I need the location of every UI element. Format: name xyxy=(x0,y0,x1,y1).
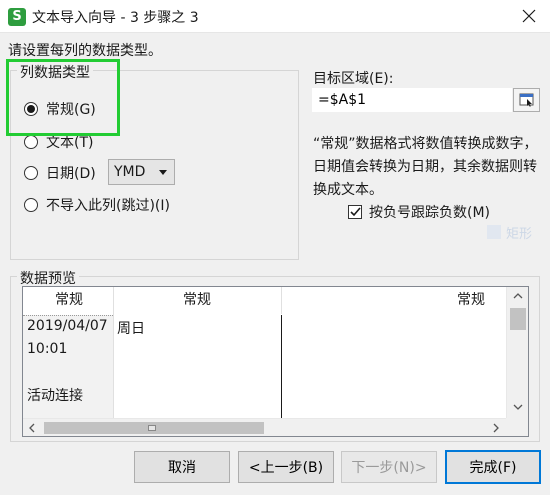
radio-date-label: 日期(D) xyxy=(46,166,96,182)
horizontal-scroll-thumb[interactable] xyxy=(44,422,264,434)
column-type-legend: 列数据类型 xyxy=(17,62,93,82)
chevron-right-icon xyxy=(493,423,499,433)
radio-text-control[interactable] xyxy=(24,135,38,149)
preview-legend: 数据预览 xyxy=(17,268,79,288)
column-header-1[interactable]: 常规 xyxy=(55,287,83,314)
cancel-button[interactable]: 取消 xyxy=(134,451,230,483)
chevron-up-icon xyxy=(513,293,523,299)
app-icon: S xyxy=(8,8,26,26)
title-bar: S 文本导入向导 - 3 步骤之 3 xyxy=(0,0,550,33)
target-area-label: 目标区域(E): xyxy=(313,71,394,87)
preview-grid[interactable]: 常规 常规 常规 2019/04/07 周日 10:01 活动连接 xyxy=(22,286,529,437)
ghost-overlay: 矩形 xyxy=(487,221,550,243)
date-format-select[interactable]: YMD xyxy=(108,159,175,185)
radio-text[interactable]: 文本(T) xyxy=(24,132,93,152)
column-divider xyxy=(281,287,282,314)
close-icon xyxy=(522,9,536,23)
prompt-text: 请设置每列的数据类型。 xyxy=(8,43,162,59)
date-format-value: YMD xyxy=(114,164,146,180)
range-picker-button[interactable] xyxy=(513,88,540,112)
radio-text-label: 文本(T) xyxy=(46,135,94,151)
window-title: 文本导入向导 - 3 步骤之 3 xyxy=(32,10,199,26)
close-button[interactable] xyxy=(516,4,542,28)
chevron-down-icon xyxy=(159,170,167,175)
shape-icon xyxy=(487,225,501,239)
finish-button[interactable]: 完成(F) xyxy=(445,450,541,484)
column-divider xyxy=(113,287,114,436)
checkmark-icon xyxy=(349,207,361,217)
vertical-scroll-thumb[interactable] xyxy=(510,308,526,330)
next-button[interactable]: 下一步(N)> xyxy=(341,451,437,483)
target-area-input[interactable] xyxy=(312,88,512,112)
chevron-down-icon xyxy=(513,404,523,410)
horizontal-scrollbar[interactable] xyxy=(23,418,506,436)
negative-checkbox-row[interactable]: 按负号跟踪负数(M) xyxy=(348,202,490,222)
radio-date[interactable]: 日期(D) xyxy=(24,163,96,183)
radio-general-label: 常规(G) xyxy=(46,102,96,118)
table-cell: 周日 xyxy=(117,321,145,337)
table-cell: 2019/04/07 xyxy=(27,318,108,334)
column-header-3[interactable]: 常规 xyxy=(457,287,485,314)
chevron-left-icon xyxy=(29,423,35,433)
table-cell: 10:01 xyxy=(27,341,68,357)
back-button[interactable]: <上一步(B) xyxy=(238,451,334,483)
scrollbar-corner xyxy=(506,418,528,436)
format-description: “常规”数据格式将数值转换成数字，日期值会转换为日期，其余数据则转换成文本。 xyxy=(313,136,538,198)
radio-skip[interactable]: 不导入此列(跳过)(I) xyxy=(24,195,170,215)
vertical-scrollbar[interactable] xyxy=(506,287,528,418)
range-select-icon xyxy=(519,93,533,107)
radio-skip-control[interactable] xyxy=(24,198,38,212)
radio-skip-label: 不导入此列(跳过)(I) xyxy=(46,198,170,214)
column-header-2[interactable]: 常规 xyxy=(183,287,211,314)
negative-checkbox-label: 按负号跟踪负数(M) xyxy=(369,205,491,221)
ghost-overlay-label: 矩形 xyxy=(506,226,533,242)
negative-checkbox[interactable] xyxy=(348,205,362,219)
radio-general-control[interactable] xyxy=(24,102,38,116)
table-cell: 活动连接 xyxy=(27,388,83,404)
radio-general[interactable]: 常规(G) xyxy=(24,99,96,119)
radio-date-control[interactable] xyxy=(24,166,38,180)
